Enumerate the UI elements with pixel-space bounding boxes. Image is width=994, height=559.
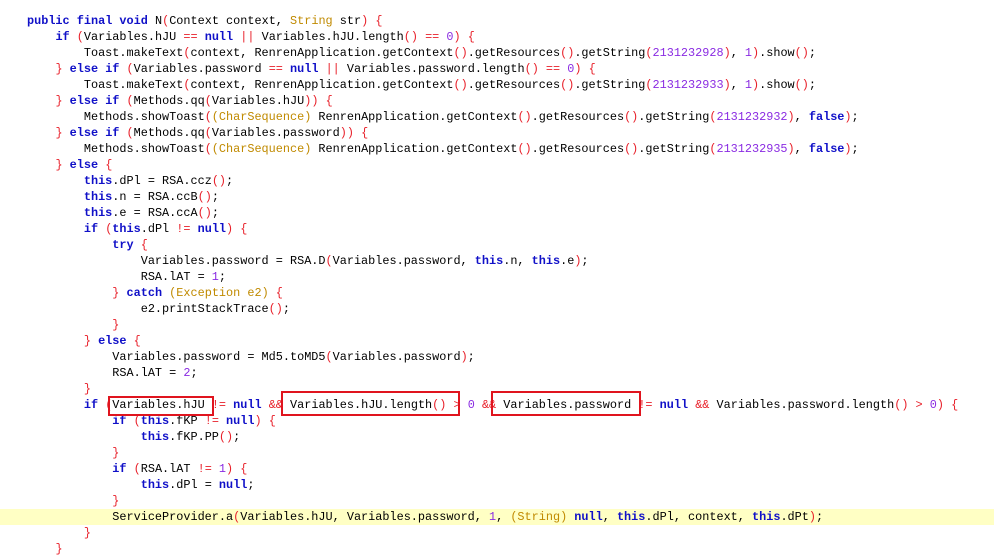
code-line[interactable]: this.dPl = RSA.ccz();	[0, 173, 994, 189]
code-line[interactable]: this.fKP.PP();	[0, 429, 994, 445]
code-line[interactable]: if (this.dPl != null) {	[0, 221, 994, 237]
code-line[interactable]: this.e = RSA.ccA();	[0, 205, 994, 221]
code-line[interactable]: this.n = RSA.ccB();	[0, 189, 994, 205]
code-line[interactable]: RSA.lAT = 2;	[0, 365, 994, 381]
code-line[interactable]: } else {	[0, 157, 994, 173]
code-line[interactable]: Toast.makeText(context, RenrenApplicatio…	[0, 77, 994, 93]
code-line[interactable]: }	[0, 317, 994, 333]
code-line[interactable]: } else if (Methods.qq(Variables.hJU)) {	[0, 93, 994, 109]
code-line[interactable]: Variables.password = RSA.D(Variables.pas…	[0, 253, 994, 269]
code-line[interactable]: Toast.makeText(context, RenrenApplicatio…	[0, 45, 994, 61]
code-line[interactable]: this.dPl = null;	[0, 477, 994, 493]
code-line[interactable]: }	[0, 445, 994, 461]
code-line-highlighted[interactable]: ServiceProvider.a(Variables.hJU, Variabl…	[0, 509, 994, 525]
code-line[interactable]: }	[0, 381, 994, 397]
code-line[interactable]: RSA.lAT = 1;	[0, 269, 994, 285]
code-line[interactable]: if (this.fKP != null) {	[0, 413, 994, 429]
code-line[interactable]: } else if (Methods.qq(Variables.password…	[0, 125, 994, 141]
code-line[interactable]: if (Variables.hJU != null && Variables.h…	[0, 397, 994, 413]
code-line[interactable]: }	[0, 493, 994, 509]
code-line[interactable]: if (RSA.lAT != 1) {	[0, 461, 994, 477]
code-line[interactable]: } else {	[0, 333, 994, 349]
code-editor[interactable]: public final void N(Context context, Str…	[0, 13, 994, 557]
code-line[interactable]: }	[0, 525, 994, 541]
code-line[interactable]: } catch (Exception e2) {	[0, 285, 994, 301]
code-line[interactable]: public final void N(Context context, Str…	[0, 13, 994, 29]
code-line[interactable]: }	[0, 541, 994, 557]
code-line[interactable]: if (Variables.hJU == null || Variables.h…	[0, 29, 994, 45]
code-line[interactable]: Variables.password = Md5.toMD5(Variables…	[0, 349, 994, 365]
code-line[interactable]: e2.printStackTrace();	[0, 301, 994, 317]
code-line[interactable]: } else if (Variables.password == null ||…	[0, 61, 994, 77]
code-line[interactable]: Methods.showToast((CharSequence) RenrenA…	[0, 141, 994, 157]
code-line[interactable]: Methods.showToast((CharSequence) RenrenA…	[0, 109, 994, 125]
code-line[interactable]: try {	[0, 237, 994, 253]
